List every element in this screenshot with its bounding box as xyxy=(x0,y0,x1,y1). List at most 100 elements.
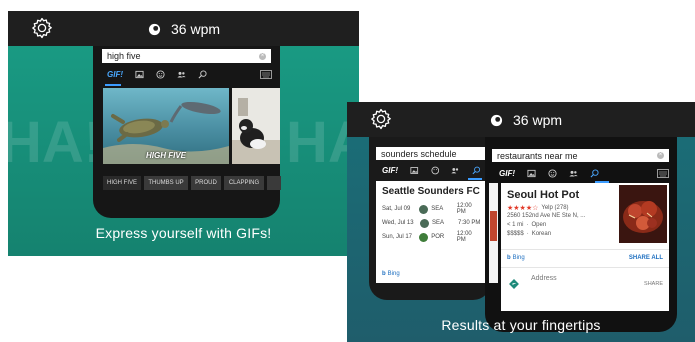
caption: Results at your fingertips xyxy=(441,317,601,333)
back-phone-mockup: sounders schedule GIF! Seattle Sounders … xyxy=(369,137,491,300)
rating-text: Yelp (278) xyxy=(541,205,569,211)
team-crest-icon xyxy=(420,218,429,228)
schedule-row: Sun, Jul 17 POR 12:00 PM xyxy=(382,230,482,244)
restaurant-address: 2560 152nd Ave NE Ste N, ... xyxy=(507,213,586,219)
chip-clapping[interactable]: CLAPPING xyxy=(224,176,264,190)
rating-stars: ★★★★☆ xyxy=(507,205,539,212)
search-promo-card: 36 wpm sounders schedule GIF! Seattle So… xyxy=(347,102,695,342)
distance-line: < 1 mi · Open xyxy=(507,222,546,228)
divider xyxy=(501,249,669,250)
contacts-icon[interactable] xyxy=(569,169,578,178)
match-time: 7:30 PM xyxy=(458,220,481,226)
speed-icon xyxy=(148,23,161,35)
image-icon[interactable] xyxy=(410,166,419,175)
front-keyboard-tabs: GIF! xyxy=(499,167,669,179)
speed-indicator: 36 wpm xyxy=(490,110,562,130)
keyboard-icon[interactable] xyxy=(260,69,272,79)
speed-indicator: 36 wpm xyxy=(148,19,220,39)
back-search-input[interactable]: sounders schedule xyxy=(376,147,486,160)
keyboard-tabs: GIF! xyxy=(107,68,272,80)
distance: < 1 mi xyxy=(507,222,524,228)
divider xyxy=(501,267,669,268)
separator: · xyxy=(526,222,529,228)
restaurant-card[interactable]: Seoul Hot Pot ★★★★☆ Yelp (278) 2560 152n… xyxy=(501,183,669,311)
clear-icon[interactable]: × xyxy=(657,152,664,159)
gear-icon[interactable] xyxy=(30,16,54,40)
match-date: Sat, Jul 09 xyxy=(382,206,411,212)
team-code: POR xyxy=(431,234,445,240)
schedule-table: Sat, Jul 09 SEA 12:00 PM Wed, Jul 13 SEA… xyxy=(382,202,482,244)
front-search-input[interactable]: restaurants near me × xyxy=(492,149,669,162)
restaurant-photo xyxy=(619,185,667,243)
tab-gif[interactable]: GIF! xyxy=(382,166,398,175)
front-phone-mockup: restaurants near me × GIF! Seoul Hot Pot… xyxy=(485,137,677,332)
gif-promo-card: HA! HA! 36 wpm high five × GIF! xyxy=(8,11,359,256)
rating-line: ★★★★☆ Yelp (278) xyxy=(507,204,569,212)
contacts-icon[interactable] xyxy=(451,166,460,175)
clear-icon[interactable]: × xyxy=(259,52,266,60)
gif-caption: HIGH FIVE xyxy=(145,151,186,160)
team-code: SEA xyxy=(431,206,444,212)
bing-label: Bing xyxy=(512,255,525,261)
chip-high-five[interactable]: HIGH FIVE xyxy=(103,176,141,190)
gif-result-turtle[interactable]: HIGH FIVE xyxy=(103,88,229,164)
open-status: Open xyxy=(531,222,547,228)
schedule-row: Sat, Jul 09 SEA 12:00 PM xyxy=(382,202,482,216)
directions-icon[interactable] xyxy=(509,279,519,289)
price-line: $$$$$ · Korean xyxy=(507,231,551,237)
previous-result-peek[interactable] xyxy=(489,183,498,283)
active-tab-underline xyxy=(105,84,121,86)
bing-icon: b xyxy=(382,271,386,277)
caption: Express yourself with GIFs! xyxy=(95,225,272,241)
emoji-icon[interactable] xyxy=(548,168,557,178)
tab-gif[interactable]: GIF! xyxy=(107,70,123,79)
gif-category-chips: HIGH FIVE THUMBS UP PROUD CLAPPING xyxy=(103,176,284,190)
team-crest-icon xyxy=(419,232,429,242)
top-bar: 36 wpm xyxy=(8,11,359,46)
schedule-card[interactable]: Seattle Sounders FC Sat, Jul 09 SEA 12:0… xyxy=(376,181,486,283)
match-time: 12:00 PM xyxy=(456,203,472,215)
search-icon[interactable] xyxy=(198,69,207,79)
share-button[interactable]: SHARE xyxy=(644,281,663,287)
share-all-button[interactable]: SHARE ALL xyxy=(629,255,663,261)
emoji-icon[interactable] xyxy=(430,166,440,175)
image-icon[interactable] xyxy=(527,169,536,178)
address-label: Address xyxy=(531,275,557,282)
active-tab-underline xyxy=(468,178,482,180)
search-input[interactable]: high five × xyxy=(102,49,271,63)
separator: · xyxy=(526,231,529,237)
bing-label: Bing xyxy=(387,271,400,277)
top-bar: 36 wpm xyxy=(347,102,695,137)
keyboard-icon[interactable] xyxy=(657,168,669,178)
dog-image xyxy=(232,98,280,164)
search-icon[interactable] xyxy=(471,166,481,175)
bing-attribution[interactable]: b Bing xyxy=(507,255,525,261)
gif-result-dog[interactable] xyxy=(232,88,280,164)
gear-icon[interactable] xyxy=(369,107,393,131)
chip-thumbs-up[interactable]: THUMBS UP xyxy=(144,176,188,190)
wpm-label: 36 wpm xyxy=(513,112,563,128)
emoji-icon[interactable] xyxy=(156,69,165,79)
team-code: SEA xyxy=(432,220,445,226)
price-level: $$$$$ xyxy=(507,231,524,237)
speed-icon xyxy=(490,114,503,126)
image-icon[interactable] xyxy=(135,70,144,79)
team-crest-icon xyxy=(419,204,429,214)
chip-more[interactable] xyxy=(267,176,281,190)
peek-image xyxy=(490,211,497,241)
schedule-title: Seattle Sounders FC xyxy=(382,186,480,197)
match-date: Wed, Jul 13 xyxy=(382,220,414,226)
back-keyboard-tabs: GIF! xyxy=(382,164,492,176)
front-search-value: restaurants near me xyxy=(497,150,578,161)
contacts-icon[interactable] xyxy=(177,70,186,79)
bing-icon: b xyxy=(507,255,511,261)
search-icon[interactable] xyxy=(590,168,599,178)
chip-proud[interactable]: PROUD xyxy=(191,176,221,190)
wpm-label: 36 wpm xyxy=(171,21,221,37)
tab-gif[interactable]: GIF! xyxy=(499,169,515,178)
match-date: Sun, Jul 17 xyxy=(382,234,413,240)
search-value: high five xyxy=(107,51,141,61)
match-time: 12:00 PM xyxy=(456,231,472,243)
schedule-row: Wed, Jul 13 SEA 7:30 PM xyxy=(382,216,482,230)
bing-attribution[interactable]: b Bing xyxy=(382,271,400,277)
